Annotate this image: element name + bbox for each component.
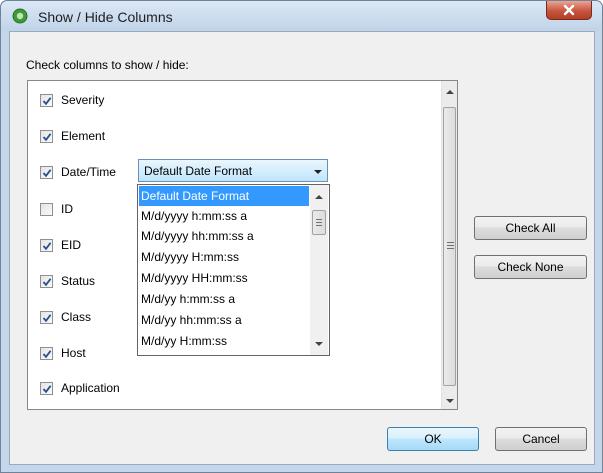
checkbox-severity[interactable] (40, 94, 53, 107)
chevron-down-icon (314, 170, 322, 174)
scroll-thumb[interactable] (312, 210, 326, 235)
checkbox-eid[interactable] (40, 239, 53, 252)
column-label: Severity (61, 93, 105, 107)
date-format-option[interactable]: M/d/yyyy HH:mm:ss (139, 268, 309, 288)
date-format-option[interactable]: Default Date Format (139, 186, 309, 206)
date-format-option[interactable]: M/d/yy H:mm:ss (139, 331, 309, 351)
check-icon (42, 242, 52, 251)
cancel-button[interactable]: Cancel (495, 427, 587, 451)
checkbox-class[interactable] (40, 311, 53, 324)
ok-button[interactable]: OK (387, 427, 479, 451)
check-none-button[interactable]: Check None (474, 255, 587, 279)
column-label: ID (61, 202, 73, 216)
checkbox-element[interactable] (40, 130, 53, 143)
title-bar[interactable]: Show / Hide Columns (1, 1, 602, 31)
date-format-dropdown-list[interactable]: Default Date Format M/d/yyyy h:mm:ss a M… (137, 184, 330, 356)
check-icon (42, 278, 52, 287)
app-icon (12, 8, 28, 24)
check-all-button[interactable]: Check All (474, 216, 587, 240)
scroll-up-icon[interactable] (446, 90, 454, 94)
column-label: Application (61, 381, 120, 395)
checkbox-application[interactable] (40, 382, 53, 395)
close-icon (563, 4, 575, 16)
window-title: Show / Hide Columns (38, 9, 173, 25)
scroll-down-icon[interactable] (446, 399, 454, 403)
column-label: Status (61, 274, 96, 288)
column-label: Element (61, 129, 106, 143)
close-button[interactable] (546, 1, 592, 20)
checkbox-date-time[interactable] (40, 166, 53, 179)
date-format-value: Default Date Format (144, 164, 253, 178)
check-icon (42, 97, 52, 106)
date-format-option[interactable]: M/d/yyyy H:mm:ss (139, 247, 309, 267)
columns-list-scrollbar[interactable] (441, 81, 457, 409)
check-icon (42, 350, 52, 359)
column-label: EID (61, 238, 82, 252)
date-format-option[interactable]: M/d/yyyy hh:mm:ss a (139, 226, 309, 246)
checkbox-id[interactable] (40, 203, 53, 216)
column-label: Class (61, 310, 92, 324)
date-format-select[interactable]: Default Date Format (138, 159, 328, 182)
instructions-label: Check columns to show / hide: (26, 58, 189, 72)
checkbox-status[interactable] (40, 275, 53, 288)
check-icon (42, 133, 52, 142)
date-format-option[interactable]: M/d/yy h:mm:ss a (139, 289, 309, 309)
scroll-up-icon[interactable] (315, 195, 323, 199)
dropdown-scrollbar[interactable] (310, 185, 328, 355)
column-label: Date/Time (61, 165, 116, 179)
date-format-option[interactable]: M/d/yyyy h:mm:ss a (139, 206, 309, 226)
checkbox-host[interactable] (40, 347, 53, 360)
check-icon (42, 385, 52, 394)
date-format-option[interactable]: M/d/yy hh:mm:ss a (139, 310, 309, 330)
scroll-down-icon[interactable] (315, 342, 323, 346)
check-icon (42, 314, 52, 323)
check-icon (42, 169, 52, 178)
column-label: Host (61, 346, 86, 360)
scroll-thumb[interactable] (443, 107, 456, 386)
